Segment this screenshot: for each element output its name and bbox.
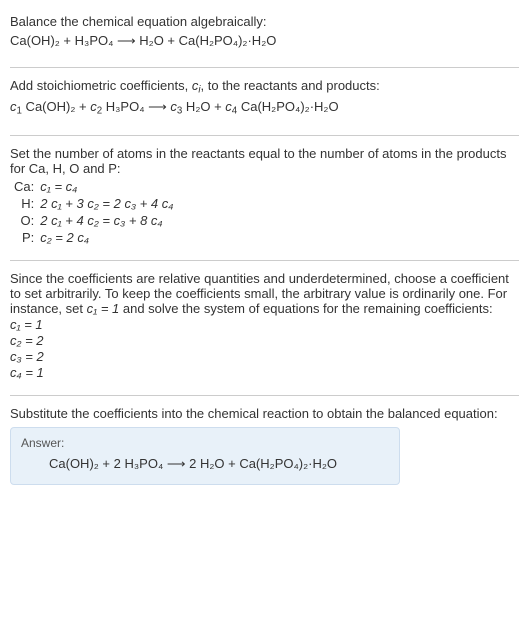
elem-eqn: 2 c₁ + 3 c₂ = 2 c₃ + 4 c₄ [36,195,179,212]
elem-label: Ca: [10,178,36,195]
answer-label: Answer: [21,436,389,450]
coeff-intro-b: , to the reactants and products: [201,78,380,93]
sp3: H₂O + [182,99,225,114]
divider [10,67,519,68]
section-solve: Since the coefficients are relative quan… [10,265,519,391]
coeff-intro: Add stoichiometric coefficients, ci, to … [10,78,519,95]
sp2: H₃PO₄ ⟶ [102,99,170,114]
sol1: c₁ = 1 [10,317,43,332]
coefficient-solutions: c₁ = 1 c₂ = 2 c₃ = 2 c₄ = 1 [10,317,519,380]
atom-balance-intro: Set the number of atoms in the reactants… [10,146,519,176]
eq: 2 c₁ + 4 c₂ = c₃ + 8 c₄ [40,213,162,228]
divider [10,395,519,396]
eq: c₂ = 2 c₄ [40,230,89,245]
list-item: c₃ = 2 [10,349,519,364]
section-coefficients: Add stoichiometric coefficients, ci, to … [10,72,519,131]
section-answer: Substitute the coefficients into the che… [10,400,519,495]
sp1: Ca(OH)₂ + [22,99,90,114]
sol3: c₃ = 2 [10,349,44,364]
table-row: Ca: c₁ = c₄ [10,178,179,195]
divider [10,260,519,261]
solve-intro-b: and solve the system of equations for th… [119,301,492,316]
elem-eqn: c₁ = c₄ [36,178,179,195]
list-item: c₂ = 2 [10,333,519,348]
elem-eqn: 2 c₁ + 4 c₂ = c₃ + 8 c₄ [36,212,179,229]
sol4: c₄ = 1 [10,365,44,380]
intro-text: Balance the chemical equation algebraica… [10,14,519,29]
answer-box: Answer: Ca(OH)₂ + 2 H₃PO₄ ⟶ 2 H₂O + Ca(H… [10,427,400,485]
divider [10,135,519,136]
atom-equations-table: Ca: c₁ = c₄ H: 2 c₁ + 3 c₂ = 2 c₃ + 4 c₄… [10,178,179,246]
sol2: c₂ = 2 [10,333,44,348]
table-row: H: 2 c₁ + 3 c₂ = 2 c₃ + 4 c₄ [10,195,179,212]
elem-eqn: c₂ = 2 c₄ [36,229,179,246]
section-intro: Balance the chemical equation algebraica… [10,8,519,63]
substitute-intro: Substitute the coefficients into the che… [10,406,519,421]
table-row: P: c₂ = 2 c₄ [10,229,179,246]
table-row: O: 2 c₁ + 4 c₂ = c₃ + 8 c₄ [10,212,179,229]
eq: 2 c₁ + 3 c₂ = 2 c₃ + 4 c₄ [40,196,173,211]
elem-label: H: [10,195,36,212]
section-atom-balance: Set the number of atoms in the reactants… [10,140,519,256]
elem-label: O: [10,212,36,229]
coeff-intro-a: Add stoichiometric coefficients, [10,78,192,93]
sp4: Ca(H₂PO₄)₂·H₂O [237,99,338,114]
eq: c₁ = c₄ [40,179,77,194]
list-item: c₄ = 1 [10,365,519,380]
elem-label: P: [10,229,36,246]
coeff-equation: c1 Ca(OH)₂ + c2 H₃PO₄ ⟶ c3 H₂O + c4 Ca(H… [10,99,519,116]
list-item: c₁ = 1 [10,317,519,332]
balanced-equation: Ca(OH)₂ + 2 H₃PO₄ ⟶ 2 H₂O + Ca(H₂PO₄)₂·H… [21,456,389,472]
unbalanced-equation: Ca(OH)₂ + H₃PO₄ ⟶ H₂O + Ca(H₂PO₄)₂·H₂O [10,33,519,49]
c1-set: c₁ = 1 [87,301,120,316]
solve-intro: Since the coefficients are relative quan… [10,271,519,316]
